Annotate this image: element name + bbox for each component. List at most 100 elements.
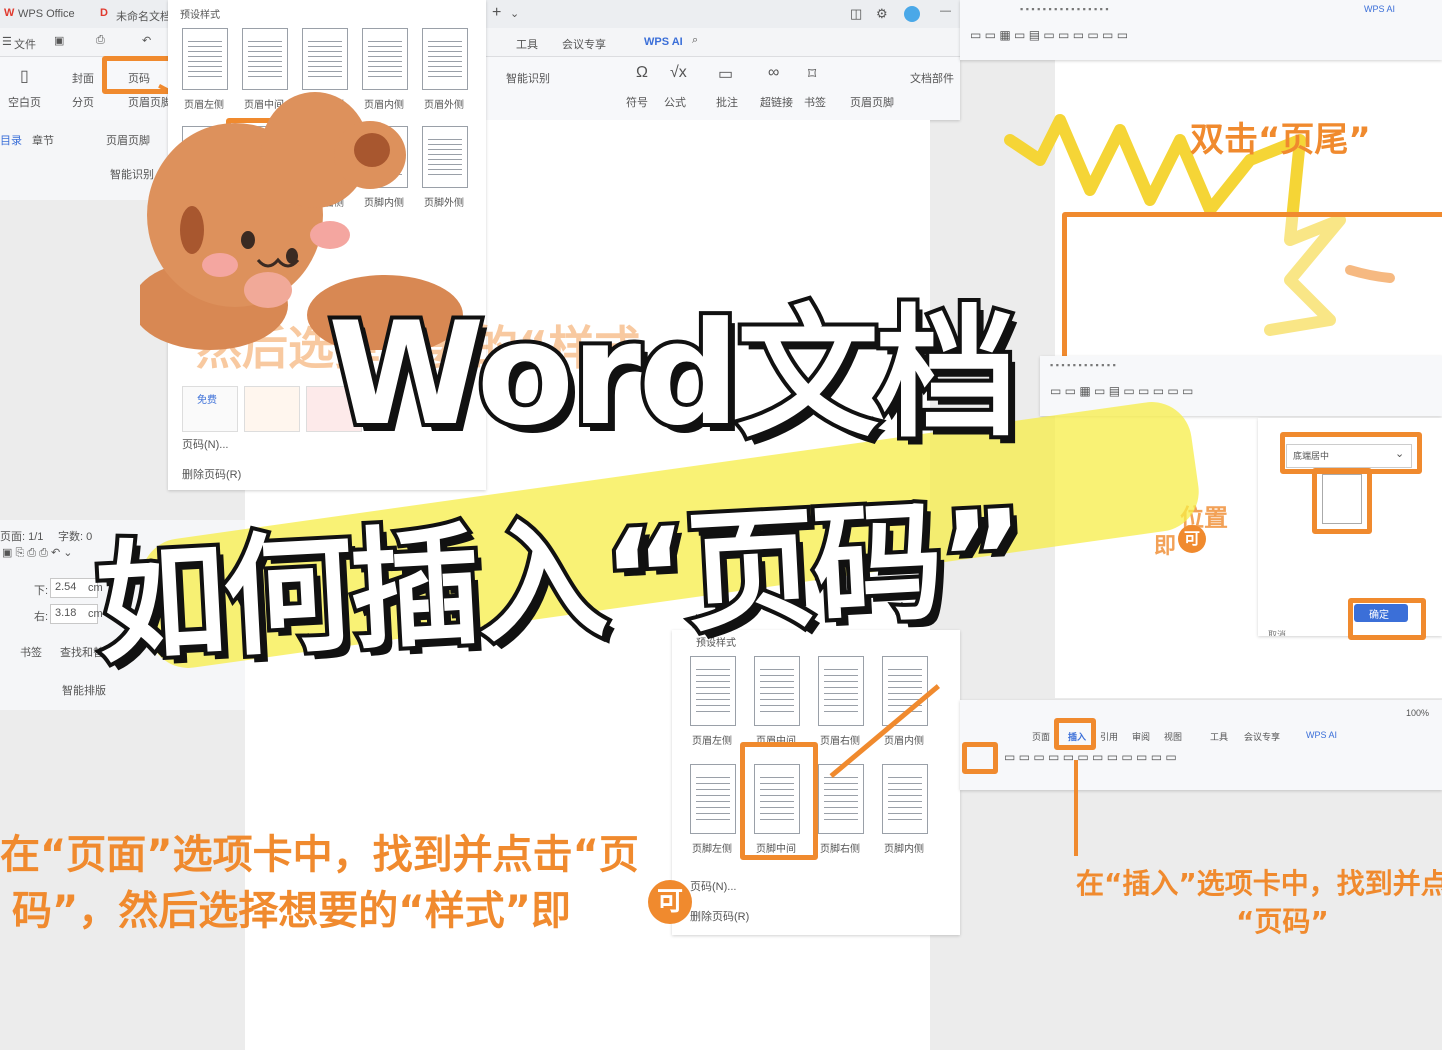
header-style-thumb[interactable] bbox=[182, 28, 228, 90]
header-style-thumb[interactable] bbox=[690, 656, 736, 726]
undo-icon[interactable]: ↶ bbox=[142, 34, 151, 47]
margin-bottom-value: 2.54 bbox=[55, 581, 77, 593]
btn-book[interactable]: 书签 bbox=[20, 644, 42, 660]
tab-tools-right[interactable]: 工具 bbox=[1210, 730, 1228, 743]
highlight-footer-area bbox=[1062, 212, 1442, 362]
btn-section[interactable]: 分页 bbox=[72, 94, 94, 110]
highlight-page-number-right bbox=[962, 742, 998, 774]
tab-review-right[interactable]: 审阅 bbox=[1132, 730, 1150, 743]
footer-style-thumb[interactable] bbox=[690, 764, 736, 834]
step-insert-tab-line2: “页码” bbox=[1236, 905, 1329, 938]
right-ribbon-middle-icons: ▭ ▭ ▦ ▭ ▤ ▭ ▭ ▭ ▭ ▭ bbox=[1050, 384, 1194, 398]
badge-ke-right: 可 bbox=[1178, 525, 1206, 553]
btn-hyperlink[interactable]: 超链接 bbox=[760, 94, 793, 110]
right-bottom-icons: ▭ ▭ ▭ ▭ ▭ ▭ ▭ ▭ ▭ ▭ ▭ ▭ bbox=[1004, 750, 1177, 764]
settings-icon[interactable]: ⚙ bbox=[876, 6, 888, 22]
symbol-icon: Ω bbox=[636, 64, 648, 81]
margin-bottom-label: 下: bbox=[34, 585, 49, 597]
toolbar-icons[interactable]: ▣ ⎘ ⎙ ⎙ ↶ ⌄ bbox=[2, 546, 73, 560]
search-icon[interactable]: ⌕ bbox=[692, 34, 698, 47]
wps-window-bottom-right: 100% 页面 插入 引用 审阅 视图 工具 会议专享 WPS AI ▭ ▭ ▭… bbox=[960, 700, 1442, 790]
header-style-thumb[interactable] bbox=[818, 656, 864, 726]
highlight-footer-style-bottom bbox=[740, 742, 818, 860]
dropdown-title: 预设样式 bbox=[180, 10, 220, 21]
wps-ai-top-right[interactable]: WPS AI bbox=[1364, 4, 1395, 14]
btn-symbol[interactable]: 符号 bbox=[626, 94, 648, 110]
comment-icon: ▭ bbox=[718, 66, 734, 83]
header-style-thumb[interactable] bbox=[242, 28, 288, 90]
tab-view-right[interactable]: 视图 bbox=[1164, 730, 1182, 743]
right-ribbon-tabs: ▪ ▪ ▪ ▪ ▪ ▪ ▪ ▪ ▪ ▪ ▪ ▪ ▪ ▪ ▪ ▪ bbox=[1020, 4, 1109, 14]
menu-page-number-top[interactable]: 页码(N)... bbox=[182, 436, 228, 452]
app-name[interactable]: WPS Office bbox=[18, 8, 75, 20]
footer-style-thumb[interactable] bbox=[882, 764, 928, 834]
btn-blank[interactable]: 空白页 bbox=[8, 94, 41, 110]
btn-toc[interactable]: 目录 bbox=[0, 132, 22, 148]
print-icon[interactable]: ⎙ bbox=[96, 34, 105, 47]
highlight-apply-button bbox=[1348, 598, 1426, 640]
arrow-to-insert-label bbox=[1074, 760, 1078, 856]
style-caption: 页眉左侧 bbox=[692, 736, 732, 747]
blank-page-icon: ▯ bbox=[20, 68, 29, 85]
style-caption: 页脚左侧 bbox=[692, 844, 732, 855]
avatar[interactable] bbox=[904, 6, 920, 22]
wps-window-top-right: ▪ ▪ ▪ ▪ ▪ ▪ ▪ ▪ ▪ ▪ ▪ ▪ ▪ ▪ ▪ ▪ WPS AI ▭… bbox=[960, 0, 1442, 60]
btn-header-footer-2[interactable]: 页眉页脚 bbox=[850, 94, 894, 110]
menu-remove-bottom[interactable]: 删除页码(R) bbox=[690, 908, 749, 924]
chevron-down-icon[interactable]: ⌄ bbox=[510, 7, 519, 20]
bookmark-icon: ⌑ bbox=[808, 66, 817, 83]
cancel-label[interactable]: 取消 bbox=[1268, 628, 1286, 636]
margin-right-label: 右: bbox=[34, 611, 49, 623]
style-caption: 页眉右侧 bbox=[820, 736, 860, 747]
btn-bookmark[interactable]: 书签 bbox=[804, 94, 826, 110]
zoom-level[interactable]: 100% bbox=[1406, 708, 1429, 718]
wps-ai-right[interactable]: WPS AI bbox=[1306, 730, 1337, 740]
free-style-card[interactable]: 免费 bbox=[182, 386, 238, 432]
tab-meeting[interactable]: 会议专享 bbox=[562, 36, 606, 52]
btn-cover[interactable]: 封面 bbox=[72, 70, 94, 86]
footer-style-thumb[interactable] bbox=[818, 764, 864, 834]
save-icon[interactable]: ▣ bbox=[54, 34, 64, 47]
tab-ref-right[interactable]: 引用 bbox=[1100, 730, 1118, 743]
style-card-2[interactable] bbox=[244, 386, 300, 432]
menu-icon[interactable]: ☰ bbox=[2, 35, 12, 48]
doc-tab[interactable]: 未命名文档 bbox=[116, 8, 171, 24]
btn-chapter[interactable]: 章节 bbox=[32, 132, 54, 148]
menu-remove-top[interactable]: 删除页码(R) bbox=[182, 466, 241, 482]
right-ribbon-middle: ▪ ▪ ▪ ▪ ▪ ▪ ▪ ▪ ▪ ▪ ▪ ▪ ▭ ▭ ▦ ▭ ▤ ▭ ▭ ▭ … bbox=[1040, 356, 1442, 416]
badge-ke: 可 bbox=[648, 880, 692, 924]
double-click-footer-label: 双击“页尾” bbox=[1190, 120, 1371, 160]
minimize-icon[interactable]: — bbox=[940, 5, 951, 17]
header-style-thumb[interactable] bbox=[302, 28, 348, 90]
wps-logo-icon: W bbox=[4, 7, 15, 19]
btn-smart[interactable]: 智能识别 bbox=[506, 70, 550, 86]
style-caption: 页脚内侧 bbox=[884, 844, 924, 855]
step-page-tab-line2: 码”，然后选择想要的“样式”即 bbox=[12, 888, 571, 934]
btn-smart-layout[interactable]: 智能排版 bbox=[62, 682, 106, 698]
highlight-position-preview bbox=[1312, 468, 1372, 534]
margin-right-value: 3.18 bbox=[55, 607, 77, 619]
position-hint-2: 即 bbox=[1154, 534, 1177, 559]
menu-file[interactable]: 文件 bbox=[14, 36, 36, 52]
wps-ai-button[interactable]: WPS AI bbox=[644, 36, 683, 48]
header-style-thumb[interactable] bbox=[422, 28, 468, 90]
right-ribbon-icons: ▭ ▭ ▦ ▭ ▤ ▭ ▭ ▭ ▭ ▭ ▭ bbox=[970, 28, 1129, 42]
header-style-thumb[interactable] bbox=[362, 28, 408, 90]
header-style-thumb[interactable] bbox=[754, 656, 800, 726]
tab-page-right[interactable]: 页面 bbox=[1032, 730, 1050, 743]
btn-comment[interactable]: 批注 bbox=[716, 94, 738, 110]
window-icon[interactable]: ◫ bbox=[850, 6, 862, 22]
right-ribbon-middle-tabs: ▪ ▪ ▪ ▪ ▪ ▪ ▪ ▪ ▪ ▪ ▪ ▪ bbox=[1050, 360, 1116, 370]
new-tab-button[interactable]: + bbox=[492, 4, 501, 22]
tab-meeting-right[interactable]: 会议专享 bbox=[1244, 730, 1280, 743]
style-caption: 页脚右侧 bbox=[820, 844, 860, 855]
btn-formula[interactable]: 公式 bbox=[664, 94, 686, 110]
page-count: 页面: 1/1 bbox=[0, 531, 44, 543]
btn-docparts[interactable]: 文档部件 bbox=[910, 70, 954, 86]
style-caption: 页眉内侧 bbox=[884, 736, 924, 747]
formula-icon: √x bbox=[670, 64, 687, 81]
free-label: 免费 bbox=[197, 395, 217, 406]
tab-tools[interactable]: 工具 bbox=[516, 36, 538, 52]
menu-page-number-bottom[interactable]: 页码(N)... bbox=[690, 878, 736, 894]
doc-tab-icon: D bbox=[100, 7, 108, 19]
